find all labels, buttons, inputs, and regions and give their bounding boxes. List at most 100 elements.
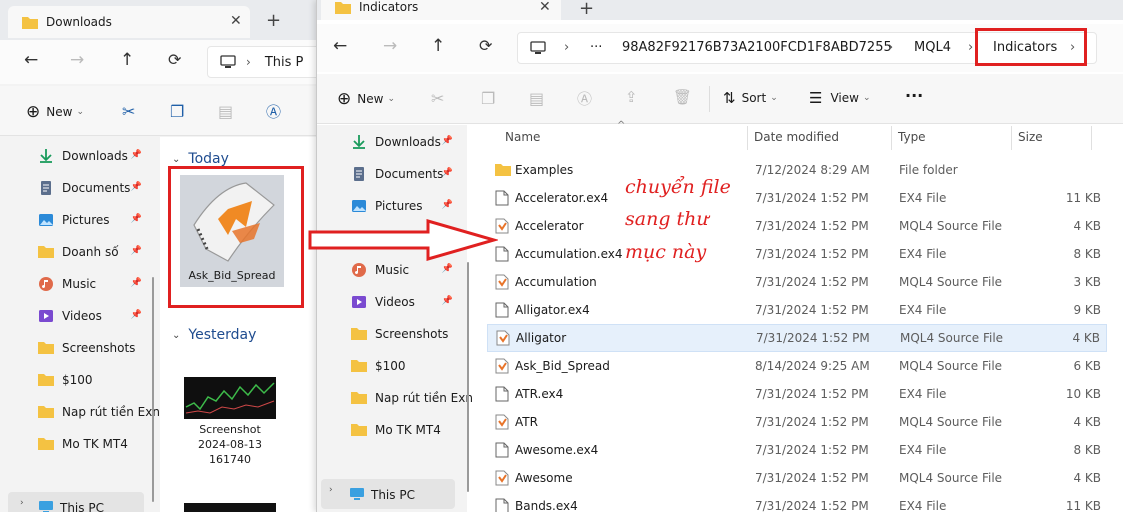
view-button[interactable]: ☰ View ⌄ (809, 89, 870, 107)
file-row[interactable]: Bands.ex4 7/31/2024 1:52 PM EX4 File 11 KB (487, 492, 1107, 512)
file-row[interactable]: ATR 7/31/2024 1:52 PM MQL4 Source File 4 KB (487, 408, 1107, 436)
sidebar-item[interactable]: Downloads 📌 (38, 142, 142, 170)
sidebar-item[interactable]: Mo TK MT4 (38, 430, 142, 458)
copy-icon[interactable]: ❐ (170, 102, 184, 121)
sidebar-item[interactable]: $100 (351, 352, 453, 380)
forward-arrow-icon[interactable]: → (383, 36, 397, 56)
pin-icon[interactable]: 📌 (442, 136, 453, 146)
pc-icon (530, 41, 546, 55)
back-scrollbar[interactable] (150, 277, 156, 502)
file-row[interactable]: ATR.ex4 7/31/2024 1:52 PM EX4 File 10 KB (487, 380, 1107, 408)
group-today[interactable]: ⌄ Today (172, 151, 229, 167)
column-separator[interactable] (891, 126, 892, 150)
sidebar-item[interactable]: Documents 📌 (38, 174, 142, 202)
file-row[interactable]: Alligator.ex4 7/31/2024 1:52 PM EX4 File 9 … (487, 296, 1107, 324)
tab-indicators[interactable]: Indicators ✕ (321, 0, 561, 20)
sidebar-item[interactable]: Screenshots (351, 320, 453, 348)
column-header-date[interactable]: Date modified (754, 130, 839, 144)
column-separator[interactable] (1011, 126, 1012, 150)
front-nav-scrollbar[interactable] (465, 262, 471, 492)
sidebar-item[interactable]: Videos 📌 (351, 288, 453, 316)
pin-icon[interactable]: 📌 (131, 214, 142, 224)
rename-icon[interactable]: Ⓐ (266, 101, 281, 122)
sidebar-item[interactable]: Music 📌 (38, 270, 142, 298)
file-row[interactable]: Awesome.ex4 7/31/2024 1:52 PM EX4 File 8 KB (487, 436, 1107, 464)
file-row[interactable]: Examples 7/12/2024 8:29 AM File folder (487, 156, 1107, 184)
sidebar-item[interactable]: Mo TK MT4 (351, 416, 453, 444)
group-yesterday[interactable]: ⌄ Yesterday (172, 327, 256, 343)
back-arrow-icon[interactable]: ← (24, 50, 38, 70)
partial-thumbnail[interactable] (184, 503, 276, 512)
file-date: 7/31/2024 1:52 PM (756, 331, 870, 345)
file-row[interactable]: Accelerator 7/31/2024 1:52 PM MQL4 Source … (487, 212, 1107, 240)
new-button[interactable]: ⊕ New ⌄ (26, 102, 84, 122)
file-row[interactable]: Ask_Bid_Spread 8/14/2024 9:25 AM MQL4 Sour… (487, 352, 1107, 380)
back-address-bar[interactable]: › This P (207, 46, 320, 78)
pin-icon[interactable]: 📌 (131, 182, 142, 192)
pin-icon[interactable]: 📌 (131, 310, 142, 320)
pin-icon[interactable]: 📌 (442, 168, 453, 178)
pin-icon[interactable]: 📌 (131, 278, 142, 288)
file-row[interactable]: Awesome 7/31/2024 1:52 PM MQL4 Source File… (487, 464, 1107, 492)
sidebar-item[interactable]: Nap rút tiền Exn (351, 384, 473, 412)
breadcrumb-more[interactable]: ··· (590, 40, 602, 55)
pin-icon[interactable]: 📌 (442, 264, 453, 274)
delete-icon[interactable]: 🗑 (673, 88, 692, 106)
file-size: 11 KB (1065, 191, 1101, 205)
file-name-cell: Awesome.ex4 (495, 442, 598, 458)
more-options-button[interactable]: ··· (905, 86, 923, 105)
file-row[interactable]: Accumulation.ex4 7/31/2024 1:52 PM EX4 Fil… (487, 240, 1107, 268)
sidebar-item[interactable]: Pictures 📌 (38, 206, 142, 234)
new-button[interactable]: ⊕ New ⌄ (337, 89, 395, 109)
sidebar-item[interactable]: Downloads 📌 (351, 128, 453, 156)
share-icon[interactable]: ⇪ (625, 88, 638, 106)
file-row[interactable]: Alligator 7/31/2024 1:52 PM MQL4 Source Fi… (487, 324, 1107, 352)
column-header-name[interactable]: Name (505, 130, 540, 144)
file-name: ATR (515, 415, 538, 429)
refresh-icon[interactable]: ⟳ (479, 36, 492, 55)
paste-icon[interactable]: ▤ (529, 89, 544, 108)
paste-icon[interactable]: ▤ (218, 102, 233, 121)
file-type: MQL4 Source File (899, 359, 1003, 373)
cut-icon[interactable]: ✂ (122, 102, 135, 121)
sidebar-item[interactable]: Screenshots (38, 334, 142, 362)
rename-icon[interactable]: Ⓐ (577, 88, 592, 109)
tab-downloads[interactable]: Downloads ✕ (8, 6, 250, 38)
close-tab-icon[interactable]: ✕ (230, 13, 242, 29)
sidebar-item[interactable]: Documents 📌 (351, 160, 453, 188)
up-arrow-icon[interactable]: ↑ (120, 50, 134, 70)
breadcrumb-folder-id[interactable]: 98A82F92176B73A2100FCD1F8ABD7255 (622, 40, 892, 55)
pin-icon[interactable]: 📌 (131, 246, 142, 256)
folder-icon (351, 390, 367, 406)
column-separator[interactable] (1091, 126, 1092, 150)
sidebar-item[interactable]: Nap rút tiền Exn (38, 398, 160, 426)
cut-icon[interactable]: ✂ (431, 89, 444, 108)
column-separator[interactable] (747, 126, 748, 150)
sidebar-item[interactable]: Pictures 📌 (351, 192, 453, 220)
address-segment[interactable]: This P (265, 55, 304, 70)
pin-icon[interactable]: 📌 (131, 150, 142, 160)
pin-icon[interactable]: 📌 (442, 200, 453, 210)
new-tab-icon[interactable]: + (266, 10, 281, 31)
file-row[interactable]: Accumulation 7/31/2024 1:52 PM MQL4 Source… (487, 268, 1107, 296)
pin-icon[interactable]: 📌 (442, 296, 453, 306)
up-arrow-icon[interactable]: ↑ (431, 36, 445, 56)
this-pc-item[interactable]: › This PC (321, 479, 455, 509)
screenshot-thumbnail[interactable] (184, 377, 276, 419)
sidebar-item[interactable]: $100 (38, 366, 142, 394)
breadcrumb-mql4[interactable]: MQL4 (914, 40, 951, 55)
sidebar-item[interactable]: Doanh số 📌 (38, 238, 142, 266)
close-tab-icon[interactable]: ✕ (539, 0, 551, 15)
sort-button[interactable]: ⇅ Sort ⌄ (723, 89, 778, 107)
copy-icon[interactable]: ❐ (481, 89, 495, 108)
file-size: 10 KB (1065, 387, 1101, 401)
forward-arrow-icon[interactable]: → (70, 50, 84, 70)
column-header-size[interactable]: Size (1018, 130, 1043, 144)
sidebar-item[interactable]: Videos 📌 (38, 302, 142, 330)
this-pc-item[interactable]: › This PC (8, 492, 144, 512)
refresh-icon[interactable]: ⟳ (168, 50, 181, 69)
column-header-type[interactable]: Type (898, 130, 926, 144)
back-arrow-icon[interactable]: ← (333, 36, 347, 56)
file-row[interactable]: Accelerator.ex4 7/31/2024 1:52 PM EX4 File… (487, 184, 1107, 212)
new-tab-icon[interactable]: + (579, 0, 594, 19)
